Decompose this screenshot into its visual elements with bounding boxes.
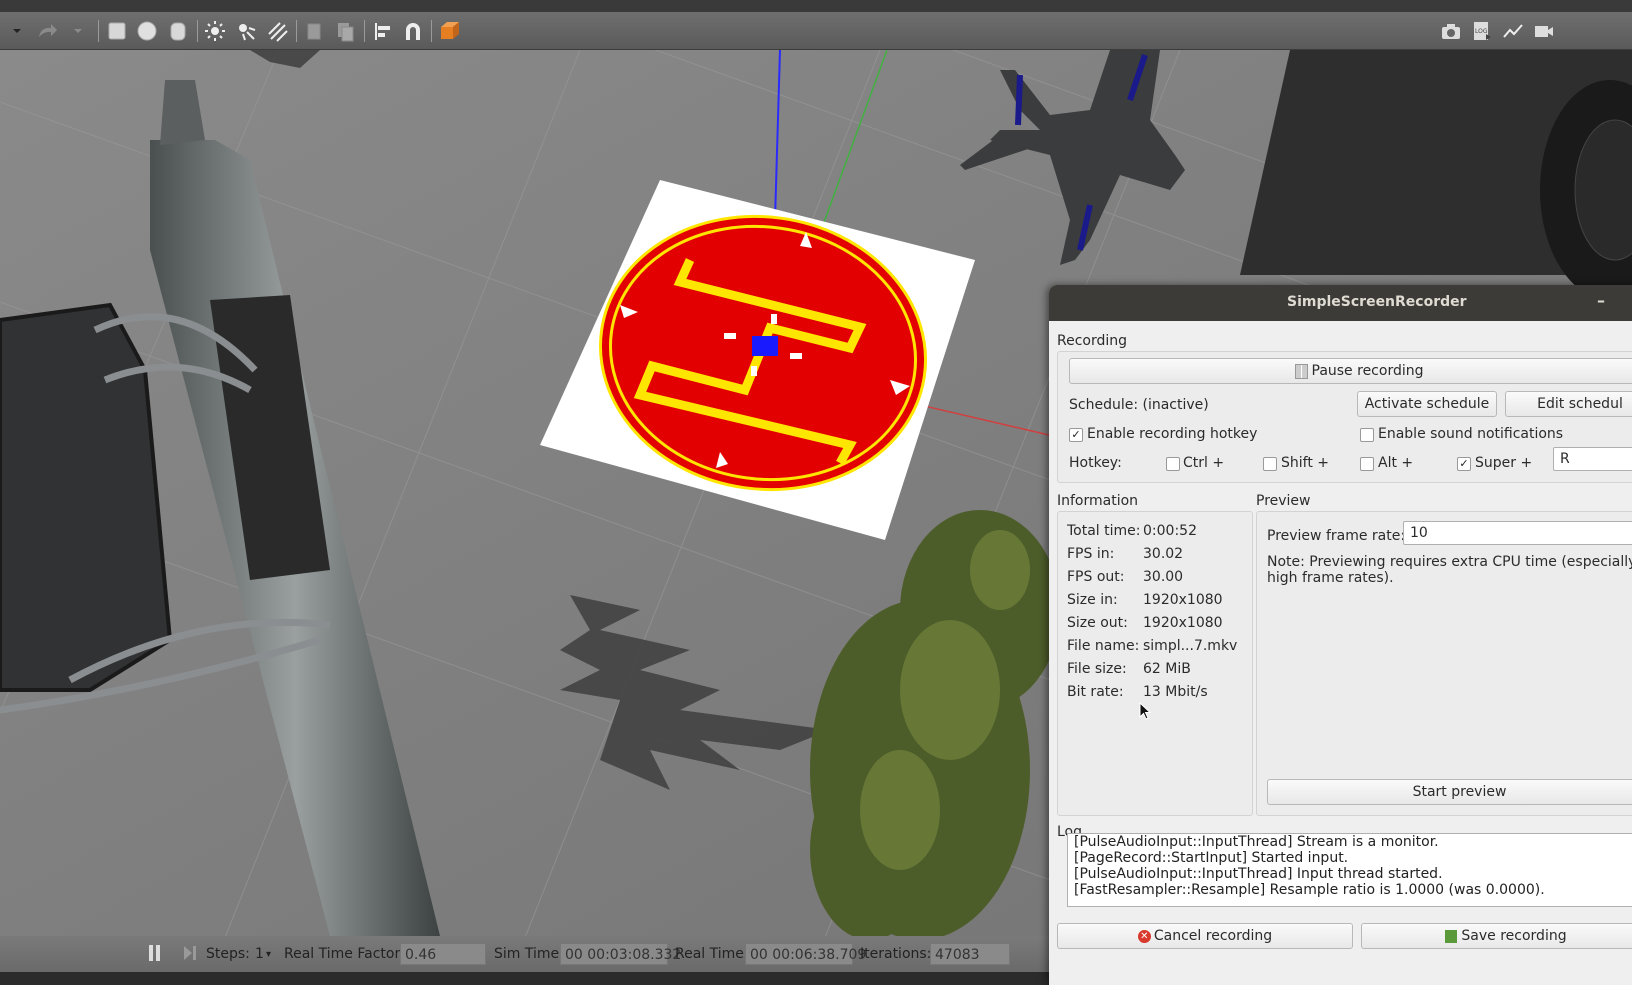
camera-icon[interactable] [1438, 19, 1464, 43]
alt-label: Alt + [1378, 455, 1414, 471]
information-section-title: Information [1057, 493, 1139, 509]
toolbar-separator [364, 20, 365, 42]
pause-icon[interactable] [148, 944, 162, 966]
info-value: 1920x1080 [1143, 615, 1223, 631]
plot-icon[interactable] [1500, 19, 1526, 43]
info-value: 30.02 [1143, 546, 1184, 562]
sound-notifications-label: Enable sound notifications [1378, 426, 1564, 442]
shift-label: Shift + [1281, 455, 1330, 471]
info-key: FPS in: [1067, 546, 1115, 562]
cancel-icon: ✕ [1137, 929, 1151, 943]
toolbar-separator [296, 20, 297, 42]
real-time-value: 00 00:06:38.709 [745, 943, 866, 965]
info-value: simpl...7.mkv [1143, 638, 1238, 654]
pause-icon [1294, 363, 1308, 379]
steps-label: Steps: [206, 946, 250, 962]
toolbar-separator [197, 20, 198, 42]
enable-hotkey-checkbox[interactable]: ✓ [1069, 428, 1083, 442]
toolbar-separator [98, 20, 99, 42]
start-preview-button[interactable]: Start preview [1267, 779, 1632, 805]
directional-light-icon[interactable] [264, 19, 290, 43]
steps-spinner-icon[interactable]: ▾ [266, 949, 271, 960]
align-icon[interactable] [370, 19, 396, 43]
iterations-label: Iterations: [860, 946, 932, 962]
super-label: Super + [1475, 455, 1533, 471]
pause-recording-label: Pause recording [1311, 363, 1424, 379]
svg-text:LOG: LOG [1475, 28, 1488, 35]
real-time-factor-label: Real Time Factor: [284, 946, 405, 962]
log-output[interactable]: [PulseAudioInput::InputThread] Stream is… [1067, 833, 1632, 907]
log-icon[interactable]: LOG [1469, 19, 1495, 43]
info-value: 13 Mbit/s [1143, 684, 1208, 700]
magnet-snap-icon[interactable] [400, 19, 426, 43]
box-icon[interactable] [104, 19, 130, 43]
super-checkbox[interactable]: ✓ [1457, 457, 1471, 471]
steps-value[interactable]: 1 [255, 946, 264, 962]
hotkey-key-field[interactable]: R [1553, 447, 1632, 471]
preview-section-title: Preview [1256, 493, 1311, 509]
redo-icon[interactable] [34, 19, 60, 43]
info-key: File name: [1067, 638, 1140, 654]
preview-frame-rate-label: Preview frame rate: [1267, 528, 1406, 544]
save-recording-label: Save recording [1461, 928, 1567, 944]
pause-recording-button[interactable]: Pause recording [1069, 358, 1632, 384]
real-time-factor-value: 0.46 [400, 943, 486, 965]
sound-notifications-checkbox[interactable] [1360, 428, 1374, 442]
info-value: 30.00 [1143, 569, 1184, 585]
info-key: Total time: [1067, 523, 1141, 539]
ctrl-checkbox[interactable] [1166, 457, 1180, 471]
video-icon[interactable] [1531, 19, 1557, 43]
cancel-recording-label: Cancel recording [1153, 928, 1273, 944]
copy-icon[interactable] [301, 19, 327, 43]
info-value: 1920x1080 [1143, 592, 1223, 608]
recording-section-title: Recording [1057, 333, 1128, 349]
preview-note-line1: Note: Previewing requires extra CPU time… [1267, 554, 1632, 570]
save-icon [1445, 929, 1458, 943]
preview-frame-rate-field[interactable]: 10 [1403, 521, 1632, 545]
toolbar-separator [431, 20, 432, 42]
info-key: Size out: [1067, 615, 1128, 631]
schedule-status: Schedule: (inactive) [1069, 397, 1209, 413]
step-icon[interactable] [182, 944, 198, 966]
info-key: File size: [1067, 661, 1127, 677]
shift-checkbox[interactable] [1263, 457, 1277, 471]
sim-time-value: 00 00:03:08.332 [560, 943, 681, 965]
activate-schedule-button[interactable]: Activate schedule [1357, 391, 1497, 417]
window-top-strip [0, 0, 1632, 12]
info-key: FPS out: [1067, 569, 1125, 585]
iterations-value: 47083 [930, 943, 1010, 965]
paste-icon[interactable] [332, 19, 358, 43]
sphere-icon[interactable] [134, 19, 160, 43]
hotkey-label: Hotkey: [1069, 455, 1122, 471]
gazebo-toolbar: LOG [0, 12, 1632, 50]
log-line: [PageRecord::StartInput] Started input. [1074, 850, 1349, 866]
info-key: Size in: [1067, 592, 1118, 608]
window-titlebar[interactable]: SimpleScreenRecorder – [1049, 285, 1632, 321]
cylinder-icon[interactable] [165, 19, 191, 43]
simplescreenrecorder-window: SimpleScreenRecorder – Recording Pause r… [1049, 285, 1632, 985]
preview-note-line2: high frame rates). [1267, 570, 1394, 586]
view-angle-icon[interactable] [437, 19, 463, 43]
log-line: [PulseAudioInput::InputThread] Input thr… [1074, 866, 1443, 882]
log-line: [FastResampler::Resample] Resample ratio… [1074, 882, 1545, 898]
sim-time-label: Sim Time: [494, 946, 564, 962]
alt-checkbox[interactable] [1360, 457, 1374, 471]
mouse-cursor-icon [1139, 701, 1153, 726]
window-title: SimpleScreenRecorder [1287, 294, 1467, 310]
info-value: 0:00:52 [1143, 523, 1197, 539]
info-value: 62 MiB [1143, 661, 1191, 677]
edit-schedule-button[interactable]: Edit schedul [1505, 391, 1632, 417]
cancel-recording-button[interactable]: ✕ Cancel recording [1057, 923, 1353, 949]
undo-dropdown-icon[interactable] [6, 19, 28, 43]
save-recording-button[interactable]: Save recording [1361, 923, 1632, 949]
spot-light-icon[interactable] [233, 19, 259, 43]
info-key: Bit rate: [1067, 684, 1124, 700]
real-time-label: Real Time: [675, 946, 749, 962]
ctrl-label: Ctrl + [1183, 455, 1225, 471]
log-line: [PulseAudioInput::InputThread] Stream is… [1074, 834, 1439, 850]
minimize-button[interactable]: – [1597, 291, 1605, 310]
redo-dropdown-icon[interactable] [68, 19, 88, 43]
enable-hotkey-label: Enable recording hotkey [1087, 426, 1258, 442]
point-light-icon[interactable] [202, 19, 228, 43]
